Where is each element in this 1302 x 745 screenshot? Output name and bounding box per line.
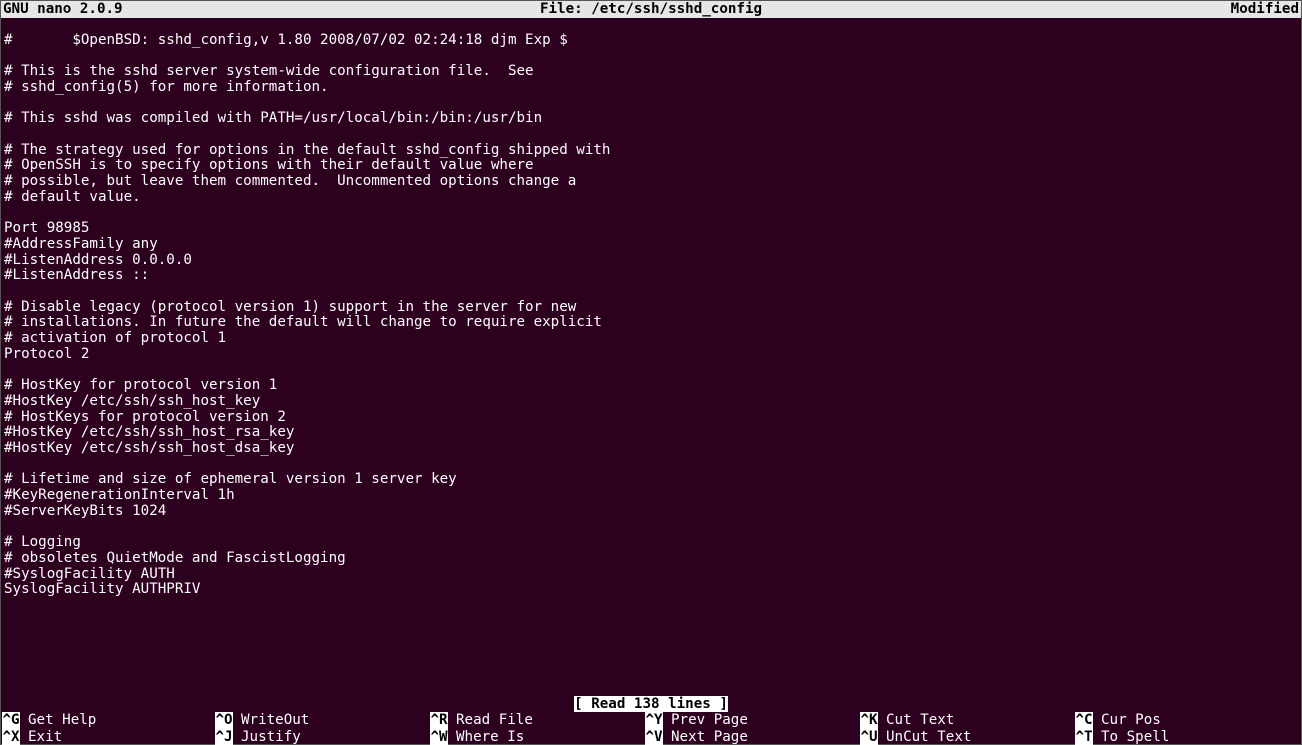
status-bracket-left: [ [574,696,591,712]
menu-row-1: ^GGet Help^OWriteOut^RRead File^YPrev Pa… [0,712,1302,728]
menu-item-cur-pos[interactable]: ^CCur Pos [1075,712,1290,728]
menu-label: Read File [448,712,533,728]
menu-item-cut-text[interactable]: ^KCut Text [860,712,1075,728]
menu-bar: ^GGet Help^OWriteOut^RRead File^YPrev Pa… [0,712,1302,745]
status-message: Read 138 lines [591,696,711,712]
menu-label: Where Is [448,729,524,745]
menu-label: Get Help [20,712,96,728]
menu-item-get-help[interactable]: ^GGet Help [0,712,215,728]
menu-item-to-spell[interactable]: ^TTo Spell [1075,729,1290,745]
menu-key: ^Y [645,712,663,728]
app-name: GNU nano 2.0.9 [3,1,435,18]
menu-label: Exit [20,729,62,745]
menu-key: ^J [215,729,233,745]
menu-label: Cut Text [878,712,954,728]
status-bar: [ Read 138 lines ] [0,697,1302,713]
menu-key: ^W [430,729,448,745]
menu-label: Next Page [663,729,748,745]
menu-key: ^R [430,712,448,728]
menu-key: ^G [2,712,20,728]
menu-item-justify[interactable]: ^JJustify [215,729,430,745]
menu-item-uncut-text[interactable]: ^UUnCut Text [860,729,1075,745]
file-status: Modified [867,1,1299,18]
menu-key: ^O [215,712,233,728]
file-name: File: /etc/ssh/sshd_config [435,1,867,18]
status-bracket-right: ] [711,696,728,712]
editor-content[interactable]: # $OpenBSD: sshd_config,v 1.80 2008/07/0… [4,17,1298,598]
menu-label: To Spell [1093,729,1169,745]
menu-key: ^U [860,729,878,745]
menu-key: ^X [2,729,20,745]
menu-label: Cur Pos [1093,712,1161,728]
menu-key: ^T [1075,729,1093,745]
menu-label: UnCut Text [878,729,971,745]
menu-label: WriteOut [233,712,309,728]
menu-item-prev-page[interactable]: ^YPrev Page [645,712,860,728]
titlebar: GNU nano 2.0.9 File: /etc/ssh/sshd_confi… [1,1,1301,18]
menu-item-next-page[interactable]: ^VNext Page [645,729,860,745]
menu-label: Justify [233,729,301,745]
menu-row-2: ^XExit^JJustify^WWhere Is^VNext Page^UUn… [0,729,1302,745]
menu-label: Prev Page [663,712,748,728]
menu-item-writeout[interactable]: ^OWriteOut [215,712,430,728]
menu-item-where-is[interactable]: ^WWhere Is [430,729,645,745]
menu-key: ^K [860,712,878,728]
menu-key: ^V [645,729,663,745]
menu-item-exit[interactable]: ^XExit [0,729,215,745]
menu-key: ^C [1075,712,1093,728]
menu-item-read-file[interactable]: ^RRead File [430,712,645,728]
